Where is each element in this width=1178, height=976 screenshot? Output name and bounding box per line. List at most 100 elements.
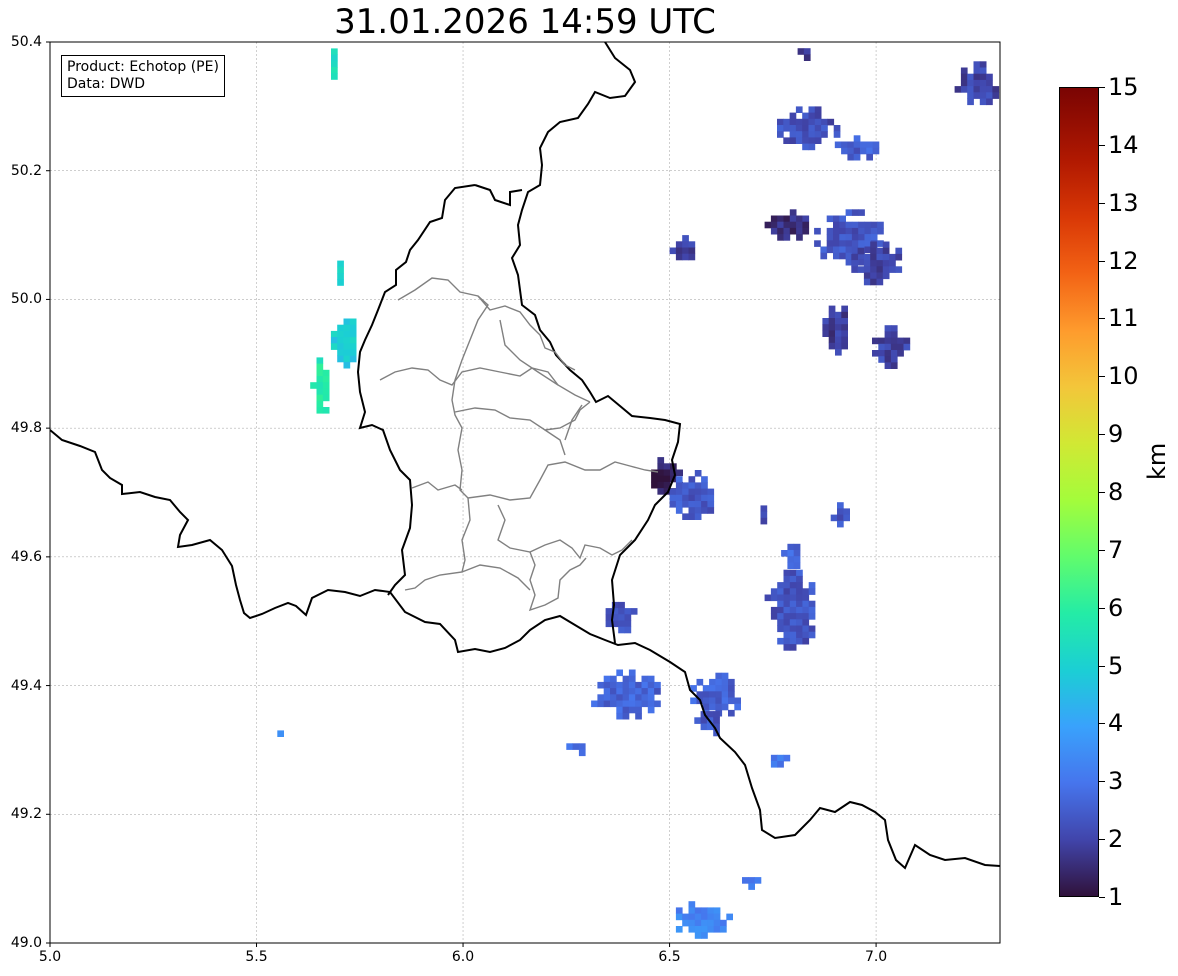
echo-pixel <box>770 613 778 620</box>
echo-pixel <box>841 324 848 331</box>
echo-pixel <box>787 556 795 563</box>
echo-pixel <box>654 700 661 708</box>
echo-pixel <box>866 147 873 155</box>
echo-pixel <box>330 337 338 344</box>
echo-pixel <box>878 337 885 345</box>
echo-pixel <box>796 613 803 620</box>
echo-pixel <box>675 482 683 489</box>
echo-pixel <box>870 247 877 255</box>
echo-pixel <box>707 913 715 921</box>
echo-pixel <box>728 709 735 717</box>
echo-pixel <box>707 507 715 514</box>
echo-pixel <box>986 98 993 106</box>
echo-pixel <box>870 253 877 261</box>
echo-pixel <box>853 147 861 155</box>
echo-pixel <box>675 501 683 508</box>
echo-pixel <box>682 913 689 921</box>
echo-pixel <box>663 463 671 470</box>
echo-pixel <box>688 907 696 914</box>
echo-pixel <box>884 356 892 363</box>
echo-pixel <box>337 337 344 344</box>
echo-pixel <box>839 221 846 229</box>
echo-pixel <box>783 754 791 762</box>
colorbar-tick-label: 11 <box>1108 304 1139 333</box>
echo-pixel <box>796 234 803 241</box>
echo-pixel <box>663 475 671 483</box>
echo-pixel <box>675 494 683 502</box>
echo-cell <box>669 235 696 261</box>
echo-pixel <box>764 594 772 602</box>
echo-pixel <box>349 343 357 350</box>
echo-pixel <box>603 681 611 689</box>
echo-pixel <box>841 141 848 149</box>
echo-pixel <box>628 694 636 701</box>
echo-pixel <box>748 877 755 884</box>
echo-cell <box>330 318 357 369</box>
echo-pixel <box>802 625 810 633</box>
admin-borders <box>379 277 659 612</box>
echo-pixel <box>960 67 968 75</box>
echo-pixel <box>789 221 797 229</box>
echo-pixel <box>841 147 848 155</box>
echo-pixel <box>835 318 842 325</box>
echo-pixel <box>808 582 816 589</box>
echo-pixel <box>721 691 729 698</box>
echo-pixel <box>828 318 836 325</box>
echo-pixel <box>802 606 810 614</box>
colorbar-tick-label: 15 <box>1108 73 1139 101</box>
echo-pixel <box>618 614 625 621</box>
x-tick-label: 5.5 <box>245 949 268 965</box>
echo-pixel <box>657 469 665 477</box>
echo-pixel <box>979 73 987 81</box>
echo-pixel <box>858 227 865 235</box>
echo-pixel <box>618 626 625 634</box>
echo-pixel <box>641 675 649 683</box>
echo-pixel <box>694 494 702 502</box>
echo-pixel <box>728 691 735 698</box>
echo-pixel <box>837 502 844 509</box>
echo-pixel <box>808 112 816 120</box>
echo-pixel <box>839 246 846 254</box>
echo-cell <box>337 260 344 286</box>
echo-pixel <box>770 606 778 614</box>
echo-pixel <box>827 118 835 126</box>
echo-pixel <box>789 588 797 595</box>
echo-pixel <box>701 482 708 489</box>
colorbar-tick-mark <box>1099 260 1105 262</box>
echo-pixel <box>322 382 330 389</box>
echo-pixel <box>795 106 803 113</box>
colorbar-tick-label: 6 <box>1108 593 1124 622</box>
echo-pixel <box>349 318 357 326</box>
echo-pixel <box>783 569 791 577</box>
echo-pixel <box>715 703 723 711</box>
echo-pixel <box>337 349 344 357</box>
echo-layer <box>277 48 1000 939</box>
echo-pixel <box>789 125 797 132</box>
echo-pixel <box>789 112 797 120</box>
echo-pixel <box>870 227 878 235</box>
echo-pixel <box>783 125 790 132</box>
echo-pixel <box>845 252 853 260</box>
echo-pixel <box>616 688 623 695</box>
echo-pixel <box>882 241 890 249</box>
echo-pixel <box>709 697 716 705</box>
echo-pixel <box>822 318 830 325</box>
echo-pixel <box>770 588 778 595</box>
echo-pixel <box>796 606 803 614</box>
echo-cell <box>777 106 841 151</box>
echo-pixel <box>709 678 716 686</box>
echo-pixel <box>845 240 853 247</box>
echo-pixel <box>597 700 605 708</box>
echo-pixel <box>647 681 655 689</box>
echo-pixel <box>789 215 797 223</box>
echo-pixel <box>837 520 844 528</box>
echo-pixel <box>616 681 623 689</box>
echo-pixel <box>349 355 357 363</box>
echo-pixel <box>701 919 708 927</box>
echo-pixel <box>787 543 795 551</box>
echo-pixel <box>777 125 784 132</box>
echo-pixel <box>802 221 810 229</box>
colorbar-tick-mark <box>1099 434 1105 436</box>
echo-pixel <box>635 700 642 708</box>
echo-pixel <box>707 488 715 496</box>
